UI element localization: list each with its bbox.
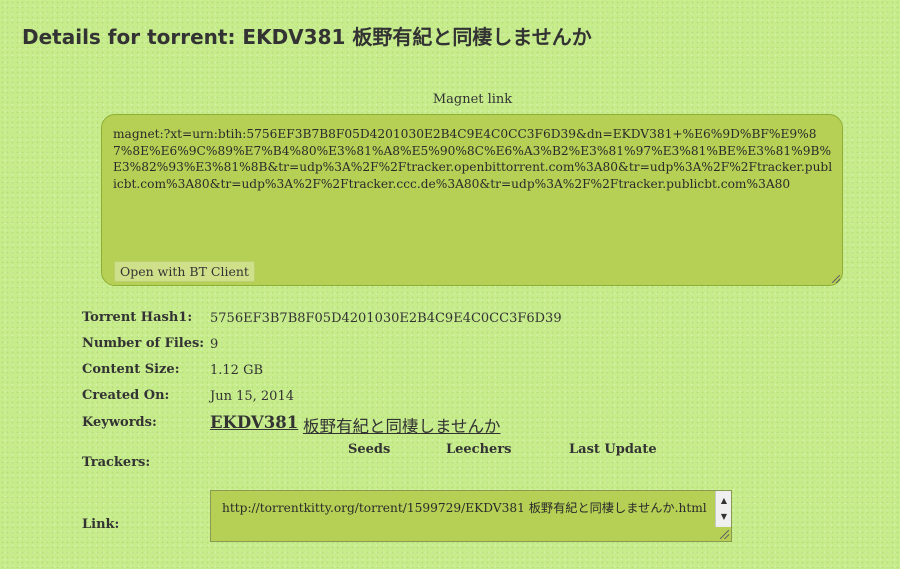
content-size-label: Content Size: [82,362,180,377]
created-on-label: Created On: [82,388,170,403]
trackers-last-update-header: Last Update [569,442,657,457]
resize-grip-icon[interactable] [832,275,840,283]
number-of-files-value: 9 [210,337,219,352]
link-scrollbar[interactable]: ▲ ▼ [715,491,731,527]
number-of-files-label: Number of Files: [82,336,205,351]
trackers-label: Trackers: [82,455,151,470]
magnet-link-textarea[interactable]: magnet:?xt=urn:btih:5756EF3B7B8F05D42010… [101,114,843,286]
magnet-link-text[interactable]: magnet:?xt=urn:btih:5756EF3B7B8F05D42010… [113,126,835,192]
keyword-link[interactable]: 板野有紀と同棲しませんか [303,413,501,437]
torrent-hash-value: 5756EF3B7B8F05D4201030E2B4C9E4C0CC3F6D39 [210,311,562,326]
resize-grip-icon[interactable] [720,530,729,539]
content-size-value: 1.12 GB [210,363,264,378]
trackers-seeds-header: Seeds [348,442,391,457]
magnet-link-label: Magnet link [432,92,513,107]
created-on-value: Jun 15, 2014 [210,389,294,404]
scroll-up-icon[interactable]: ▲ [716,493,731,509]
link-text[interactable]: http://torrentkitty.org/torrent/1599729/… [222,500,707,517]
torrent-hash-label: Torrent Hash1: [82,310,193,325]
keyword-link[interactable]: EKDV381 [210,413,298,432]
open-with-bt-client-button[interactable]: Open with BT Client [114,261,255,282]
keywords-label: Keywords: [82,415,157,430]
trackers-leechers-header: Leechers [446,442,512,457]
scroll-down-icon[interactable]: ▼ [716,509,731,525]
link-textarea[interactable]: http://torrentkitty.org/torrent/1599729/… [210,490,732,542]
link-label: Link: [82,517,120,532]
page-title: Details for torrent: EKDV381 板野有紀と同棲しません… [22,25,592,49]
